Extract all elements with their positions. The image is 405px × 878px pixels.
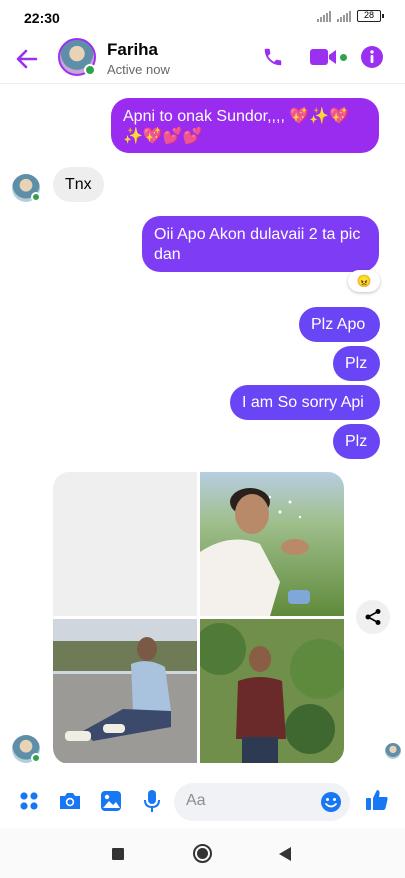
back-button[interactable] xyxy=(278,846,292,862)
photo-man-splashing-water[interactable] xyxy=(200,472,344,616)
share-icon xyxy=(365,609,381,625)
outgoing-message[interactable]: Oii Apo Akon dulavaii 2 ta pic dan xyxy=(142,216,379,272)
photo-man-sitting-on-road[interactable] xyxy=(53,619,197,763)
conversation-header: Fariha Active now xyxy=(0,34,405,84)
info-icon[interactable] xyxy=(361,46,383,68)
home-button[interactable] xyxy=(193,844,212,863)
system-nav-bar xyxy=(0,828,405,878)
online-indicator xyxy=(31,192,41,202)
reaction-badge[interactable]: 😠 xyxy=(348,270,380,292)
message-input[interactable] xyxy=(186,792,316,810)
message-text: I am So sorry Api xyxy=(242,394,364,411)
phone-call-icon[interactable] xyxy=(262,46,284,68)
recent-apps-button[interactable] xyxy=(112,848,124,860)
outgoing-message[interactable]: Plz xyxy=(333,346,380,381)
camera-icon[interactable] xyxy=(58,791,82,811)
message-text: Plz xyxy=(345,355,368,372)
message-text: Apni to onak Sundor,,,, 💖✨💖✨💖💕💕 xyxy=(123,108,350,145)
photo-image xyxy=(200,472,344,616)
outgoing-message[interactable]: Apni to onak Sundor,,,, 💖✨💖✨💖💕💕 xyxy=(111,98,379,153)
emoji-icon[interactable] xyxy=(320,791,342,813)
microphone-icon[interactable] xyxy=(143,789,161,813)
signal-icon xyxy=(317,10,331,22)
message-text: Oii Apo Akon dulavaii 2 ta pic dan xyxy=(154,226,361,263)
gallery-icon[interactable] xyxy=(100,790,122,812)
status-bar: 22:30 28 xyxy=(0,0,405,34)
video-active-dot xyxy=(340,54,347,61)
message-input-pill[interactable] xyxy=(174,783,350,821)
battery-icon: 28 xyxy=(357,10,384,22)
outgoing-message[interactable]: Plz xyxy=(333,424,380,459)
status-time: 22:30 xyxy=(24,10,60,26)
message-thread[interactable]: Apni to onak Sundor,,,, 💖✨💖✨💖💕💕 Tnx Oii … xyxy=(0,84,405,774)
contact-name[interactable]: Fariha xyxy=(107,40,158,60)
share-button[interactable] xyxy=(356,600,390,634)
photo-attachment-grid[interactable] xyxy=(53,472,344,764)
message-composer xyxy=(0,775,405,827)
outgoing-message[interactable]: I am So sorry Api xyxy=(230,385,380,420)
seen-receipt-avatar xyxy=(385,743,401,759)
more-apps-icon[interactable] xyxy=(19,791,39,811)
photo-man-standing-in-garden[interactable] xyxy=(200,619,344,763)
photo-image xyxy=(200,619,344,763)
status-icons: 28 xyxy=(317,10,384,22)
incoming-message[interactable]: Tnx xyxy=(53,167,104,202)
online-indicator xyxy=(31,753,41,763)
like-icon[interactable] xyxy=(365,788,389,812)
photo-placeholder[interactable] xyxy=(53,472,197,616)
online-indicator xyxy=(84,64,96,76)
contact-status: Active now xyxy=(107,62,170,77)
video-call-icon[interactable] xyxy=(310,48,338,66)
home-button-core xyxy=(197,848,208,859)
back-arrow-icon[interactable] xyxy=(14,46,40,72)
message-text: Plz Apo xyxy=(311,316,366,333)
photo-image xyxy=(53,619,197,763)
message-text: Plz xyxy=(345,433,368,450)
signal-icon-2 xyxy=(337,10,351,22)
message-text: Tnx xyxy=(65,176,92,193)
outgoing-message[interactable]: Plz Apo xyxy=(299,307,380,342)
